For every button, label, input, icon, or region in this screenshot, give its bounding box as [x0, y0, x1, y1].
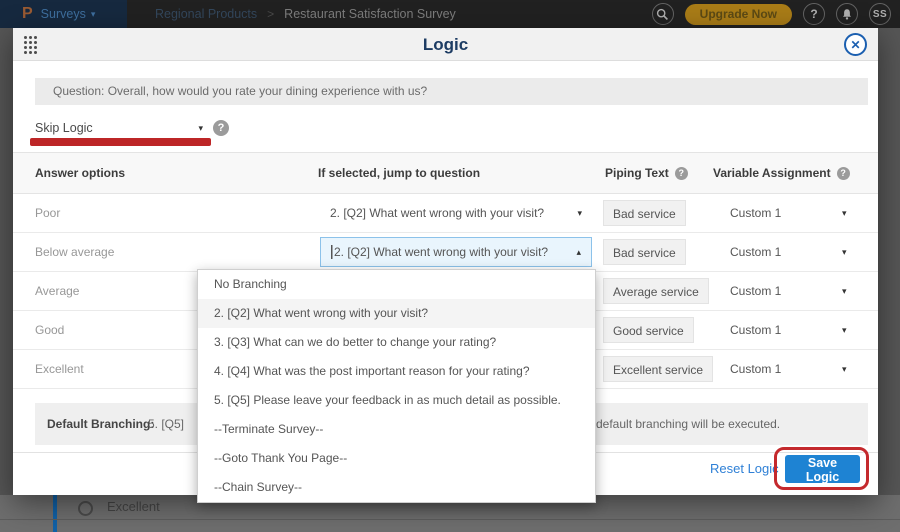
breadcrumb-survey-name: Restaurant Satisfaction Survey — [284, 7, 456, 21]
close-icon: ✕ — [850, 38, 860, 52]
jump-question-select[interactable]: 2. [Q2] What went wrong with your visit?… — [320, 198, 592, 228]
chevron-down-icon: ▾ — [198, 123, 203, 134]
piping-text-input[interactable]: Good service — [603, 317, 694, 343]
search-icon — [656, 8, 669, 21]
dropdown-option[interactable]: --Terminate Survey-- — [198, 415, 595, 444]
drag-handle-icon[interactable] — [24, 36, 37, 54]
column-header-jump: If selected, jump to question — [318, 153, 480, 193]
dropdown-option[interactable]: --Goto Thank You Page-- — [198, 444, 595, 473]
chevron-down-icon[interactable]: ▾ — [842, 350, 847, 389]
breadcrumb-folder[interactable]: Regional Products — [155, 7, 257, 21]
logic-type-help-icon[interactable]: ? — [213, 120, 229, 136]
chevron-down-icon[interactable]: ▾ — [842, 311, 847, 350]
variable-assignment-select[interactable]: Custom 1 — [730, 350, 781, 389]
jump-question-value: 2. [Q2] What went wrong with your visit? — [331, 245, 548, 259]
reset-logic-link[interactable]: Reset Logic — [710, 455, 779, 483]
answer-option-label: Average — [35, 272, 79, 311]
table-row: Below average 2. [Q2] What went wrong wit… — [13, 233, 878, 272]
jump-question-dropdown: No Branching2. [Q2] What went wrong with… — [197, 269, 596, 503]
variable-assignment-select[interactable]: Custom 1 — [730, 311, 781, 350]
surveys-menu[interactable]: Surveys ▾ — [41, 7, 96, 21]
jump-question-select[interactable]: 2. [Q2] What went wrong with your visit?… — [320, 237, 592, 267]
notifications-button[interactable] — [836, 3, 858, 25]
default-branching-note: default branching will be executed. — [596, 403, 780, 445]
modal-header: Logic ✕ — [13, 28, 878, 61]
question-mark-icon: ? — [810, 7, 817, 21]
proprofs-logo-icon: P — [22, 0, 33, 28]
save-logic-button[interactable]: Save Logic — [785, 455, 860, 483]
avatar[interactable]: SS — [869, 3, 891, 25]
chevron-down-icon[interactable]: ▾ — [842, 233, 847, 272]
radio-button-icon — [78, 501, 93, 516]
dropdown-option[interactable]: 2. [Q2] What went wrong with your visit? — [198, 299, 595, 328]
default-branching-label: Default Branching: — [47, 403, 154, 445]
default-branching-target: 5. [Q5] — [148, 403, 184, 445]
answer-option-label: Good — [35, 311, 64, 350]
logic-type-value: Skip Logic — [35, 121, 93, 135]
variable-help-icon[interactable]: ? — [837, 167, 850, 180]
chevron-down-icon[interactable]: ▾ — [842, 272, 847, 311]
surveys-menu-label: Surveys — [41, 7, 86, 21]
question-context-bar: Question: Overall, how would you rate yo… — [35, 78, 868, 105]
bell-icon — [841, 8, 853, 21]
piping-text-input[interactable]: Excellent service — [603, 356, 713, 382]
column-header-piping: Piping Text ? — [605, 153, 688, 193]
dropdown-option[interactable]: No Branching — [198, 270, 595, 299]
search-button[interactable] — [652, 3, 674, 25]
piping-text-input[interactable]: Average service — [603, 278, 709, 304]
question-accent-bar — [53, 495, 57, 532]
avatar-initials: SS — [873, 9, 887, 20]
close-button[interactable]: ✕ — [844, 33, 867, 56]
answer-option-label: Below average — [35, 233, 114, 272]
top-navigation-bar: P Surveys ▾ Regional Products > Restaura… — [0, 0, 900, 28]
jump-question-value: 2. [Q2] What went wrong with your visit? — [330, 206, 544, 220]
variable-assignment-select[interactable]: Custom 1 — [730, 233, 781, 272]
variable-assignment-select[interactable]: Custom 1 — [730, 272, 781, 311]
chevron-down-icon: ▾ — [577, 208, 582, 219]
help-button[interactable]: ? — [803, 3, 825, 25]
page: P Surveys ▾ Regional Products > Restaura… — [0, 0, 900, 532]
piping-text-input[interactable]: Bad service — [603, 200, 686, 226]
table-row: Poor 2. [Q2] What went wrong with your vi… — [13, 194, 878, 233]
piping-help-icon[interactable]: ? — [675, 167, 688, 180]
background-option-label: Excellent — [107, 499, 160, 514]
topbar-actions: Upgrade Now ? SS — [652, 3, 900, 25]
answer-option-label: Excellent — [35, 350, 84, 389]
topbar-brand-section: P Surveys ▾ — [0, 0, 127, 28]
answer-option-label: Poor — [35, 194, 60, 233]
column-header-answer-options: Answer options — [35, 153, 125, 193]
logic-table-header: Answer options If selected, jump to ques… — [13, 152, 878, 194]
background-divider — [0, 519, 900, 520]
variable-assignment-select[interactable]: Custom 1 — [730, 194, 781, 233]
chevron-up-icon: ▴ — [576, 247, 581, 258]
dropdown-option[interactable]: 3. [Q3] What can we do better to change … — [198, 328, 595, 357]
breadcrumb-separator-icon: > — [267, 7, 274, 21]
chevron-down-icon[interactable]: ▾ — [842, 194, 847, 233]
upgrade-now-button[interactable]: Upgrade Now — [685, 4, 792, 25]
logic-type-select[interactable]: Skip Logic ▾ — [35, 116, 203, 140]
dropdown-option[interactable]: 5. [Q5] Please leave your feedback in as… — [198, 386, 595, 415]
breadcrumb: Regional Products > Restaurant Satisfact… — [155, 7, 456, 21]
dropdown-option[interactable]: 4. [Q4] What was the post important reas… — [198, 357, 595, 386]
modal-title: Logic — [13, 28, 878, 61]
column-header-variable: Variable Assignment ? — [713, 153, 850, 193]
chevron-down-icon: ▾ — [91, 9, 96, 20]
piping-text-input[interactable]: Bad service — [603, 239, 686, 265]
dropdown-option[interactable]: --Chain Survey-- — [198, 473, 595, 502]
